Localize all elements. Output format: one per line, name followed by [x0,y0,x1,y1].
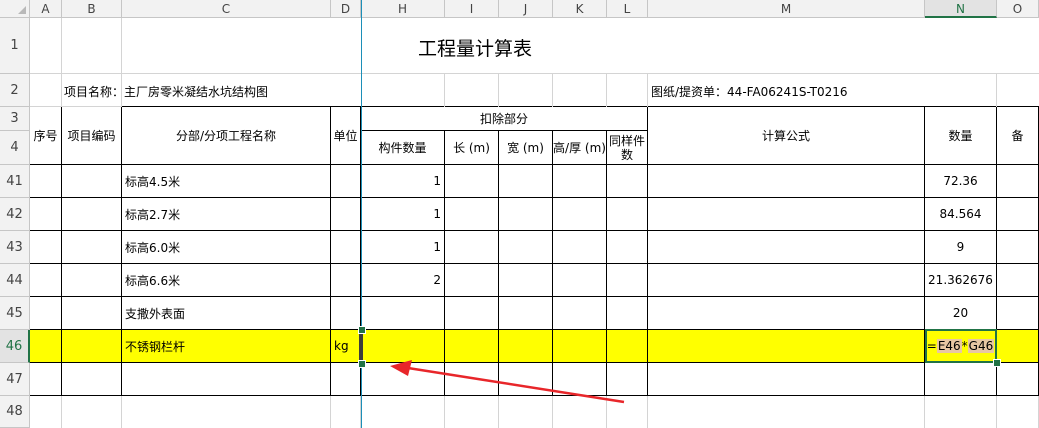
spreadsheet[interactable]: ABCDHIJKLMNO 1 2 3 4 41 42 43 44 45 46 47 48 序号 项目编码… [0,0,1039,428]
annotation-arrow [390,360,625,404]
